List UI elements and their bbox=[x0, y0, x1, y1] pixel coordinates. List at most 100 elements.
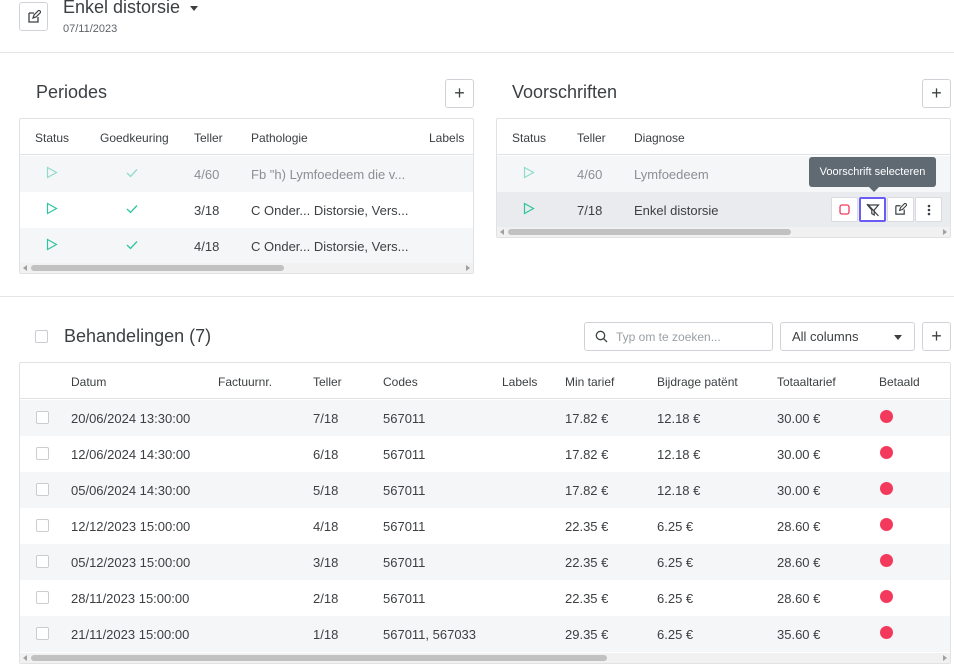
pathologie-cell: Fb "h) Lymfoedeem die v... bbox=[251, 167, 406, 182]
scroll-left-icon[interactable] bbox=[23, 265, 27, 271]
edit-title-button[interactable] bbox=[19, 2, 48, 31]
column-filter-value: All columns bbox=[792, 329, 859, 344]
min-tarief-cell: 22.35 € bbox=[565, 555, 609, 570]
scroll-right-icon[interactable] bbox=[943, 655, 947, 661]
scroll-left-icon[interactable] bbox=[500, 229, 504, 235]
unpaid-status-dot bbox=[880, 446, 893, 459]
min-tarief-cell: 22.35 € bbox=[565, 519, 609, 534]
horizontal-scrollbar[interactable] bbox=[20, 653, 950, 663]
horizontal-scrollbar[interactable] bbox=[497, 227, 950, 237]
bijdrage-cell: 12.18 € bbox=[657, 411, 701, 426]
row-checkbox[interactable] bbox=[36, 411, 49, 424]
teller-cell: 1/18 bbox=[313, 627, 339, 642]
column-header[interactable]: Teller bbox=[577, 131, 606, 145]
case-title-dropdown[interactable]: Enkel distorsie bbox=[63, 0, 199, 18]
table-row[interactable]: 3/18 C Onder... Distorsie, Vers... bbox=[20, 192, 473, 228]
bijdrage-cell: 6.25 € bbox=[657, 555, 694, 570]
unpaid-status-dot bbox=[880, 410, 893, 423]
column-header[interactable]: Labels bbox=[502, 375, 537, 389]
column-header[interactable]: Bijdrage patënt bbox=[657, 375, 738, 389]
scrollbar-thumb[interactable] bbox=[508, 229, 791, 235]
min-tarief-cell: 17.82 € bbox=[565, 447, 609, 462]
teller-cell: 7/18 bbox=[577, 203, 603, 218]
column-header[interactable]: Betaald bbox=[879, 375, 920, 389]
totaaltarief-cell: 30.00 € bbox=[777, 483, 821, 498]
row-checkbox[interactable] bbox=[36, 591, 49, 604]
table-row[interactable]: 4/60 Fb "h) Lymfoedeem die v... bbox=[20, 156, 473, 192]
codes-cell: 567011 bbox=[383, 411, 426, 426]
bijdrage-cell: 6.25 € bbox=[657, 519, 694, 534]
row-checkbox[interactable] bbox=[36, 555, 49, 568]
bijdrage-cell: 6.25 € bbox=[657, 591, 694, 606]
column-header[interactable]: Status bbox=[512, 131, 546, 145]
behandelingen-table: Datum Factuurnr. Teller Codes Labels Min… bbox=[19, 362, 951, 664]
datum-cell: 12/06/2024 14:30:00 bbox=[71, 447, 191, 462]
select-voorschrift-button[interactable] bbox=[859, 197, 886, 222]
play-icon bbox=[46, 166, 58, 182]
codes-cell: 567011, 567033 bbox=[383, 627, 477, 642]
search-field[interactable] bbox=[584, 322, 773, 351]
row-checkbox[interactable] bbox=[36, 627, 49, 640]
chevron-down-icon bbox=[190, 6, 199, 11]
column-header[interactable]: Pathologie bbox=[251, 131, 308, 145]
table-header: Datum Factuurnr. Teller Codes Labels Min… bbox=[20, 363, 950, 399]
column-header[interactable]: Datum bbox=[71, 375, 106, 389]
play-icon bbox=[46, 202, 58, 218]
periodes-table: Status Goedkeuring Teller Pathologie Lab… bbox=[19, 118, 474, 274]
filter-off-icon bbox=[865, 203, 880, 216]
voorschriften-title: Voorschriften bbox=[512, 82, 618, 102]
scrollbar-thumb[interactable] bbox=[31, 655, 607, 661]
column-header[interactable]: Codes bbox=[383, 375, 418, 389]
column-header[interactable]: Status bbox=[35, 131, 69, 145]
min-tarief-cell: 17.82 € bbox=[565, 483, 609, 498]
scroll-right-icon[interactable] bbox=[943, 229, 947, 235]
more-options-button[interactable] bbox=[915, 197, 942, 222]
column-header[interactable]: Teller bbox=[194, 131, 223, 145]
pathologie-cell: C Onder... Distorsie, Vers... bbox=[251, 239, 409, 254]
select-all-checkbox[interactable] bbox=[35, 330, 48, 343]
diagnose-cell: Enkel distorsie bbox=[634, 203, 719, 218]
row-checkbox[interactable] bbox=[36, 447, 49, 460]
stop-button[interactable] bbox=[831, 197, 858, 222]
column-header[interactable]: Factuurnr. bbox=[218, 375, 272, 389]
pathologie-cell: C Onder... Distorsie, Vers... bbox=[251, 203, 409, 218]
periodes-title: Periodes bbox=[36, 82, 108, 102]
add-voorschrift-button[interactable]: + bbox=[922, 79, 951, 108]
column-header[interactable]: Teller bbox=[313, 375, 342, 389]
table-row[interactable]: 05/06/2024 14:30:00 5/18 567011 17.82 € … bbox=[20, 472, 950, 508]
totaaltarief-cell: 28.60 € bbox=[777, 591, 821, 606]
table-row[interactable]: 12/12/2023 15:00:00 4/18 567011 22.35 € … bbox=[20, 508, 950, 544]
play-icon bbox=[523, 202, 535, 218]
add-periode-button[interactable]: + bbox=[445, 79, 474, 108]
column-header[interactable]: Totaaltarief bbox=[777, 375, 836, 389]
scrollbar-thumb[interactable] bbox=[31, 265, 284, 271]
table-row[interactable]: 05/12/2023 15:00:00 3/18 567011 22.35 € … bbox=[20, 544, 950, 580]
scroll-left-icon[interactable] bbox=[23, 655, 27, 661]
tooltip: Voorschrift selecteren bbox=[809, 157, 936, 192]
horizontal-scrollbar[interactable] bbox=[20, 263, 473, 273]
check-icon bbox=[126, 166, 138, 181]
table-row[interactable]: 28/11/2023 15:00:00 2/18 567011 22.35 € … bbox=[20, 580, 950, 616]
column-header[interactable]: Diagnose bbox=[634, 131, 685, 145]
totaaltarief-cell: 28.60 € bbox=[777, 555, 821, 570]
edit-voorschrift-button[interactable] bbox=[887, 197, 914, 222]
row-checkbox[interactable] bbox=[36, 519, 49, 532]
table-row-selected[interactable]: 7/18 Enkel distorsie bbox=[497, 192, 950, 228]
unpaid-status-dot bbox=[880, 590, 893, 603]
row-checkbox[interactable] bbox=[36, 483, 49, 496]
search-input[interactable] bbox=[616, 329, 766, 344]
table-row[interactable]: 12/06/2024 14:30:00 6/18 567011 17.82 € … bbox=[20, 436, 950, 472]
add-behandeling-button[interactable]: + bbox=[922, 322, 951, 351]
column-header[interactable]: Min tarief bbox=[565, 375, 614, 389]
column-filter-select[interactable]: All columns bbox=[780, 322, 915, 351]
table-row[interactable]: 4/18 C Onder... Distorsie, Vers... bbox=[20, 228, 473, 264]
teller-cell: 4/60 bbox=[577, 167, 603, 182]
table-header: Status Goedkeuring Teller Pathologie Lab… bbox=[20, 119, 473, 155]
column-header[interactable]: Labels bbox=[429, 131, 464, 145]
unpaid-status-dot bbox=[880, 518, 893, 531]
table-row[interactable]: 20/06/2024 13:30:00 7/18 567011 17.82 € … bbox=[20, 400, 950, 436]
datum-cell: 21/11/2023 15:00:00 bbox=[71, 627, 190, 642]
column-header[interactable]: Goedkeuring bbox=[100, 131, 169, 145]
table-row[interactable]: 21/11/2023 15:00:00 1/18 567011, 567033 … bbox=[20, 616, 950, 652]
scroll-right-icon[interactable] bbox=[466, 265, 470, 271]
